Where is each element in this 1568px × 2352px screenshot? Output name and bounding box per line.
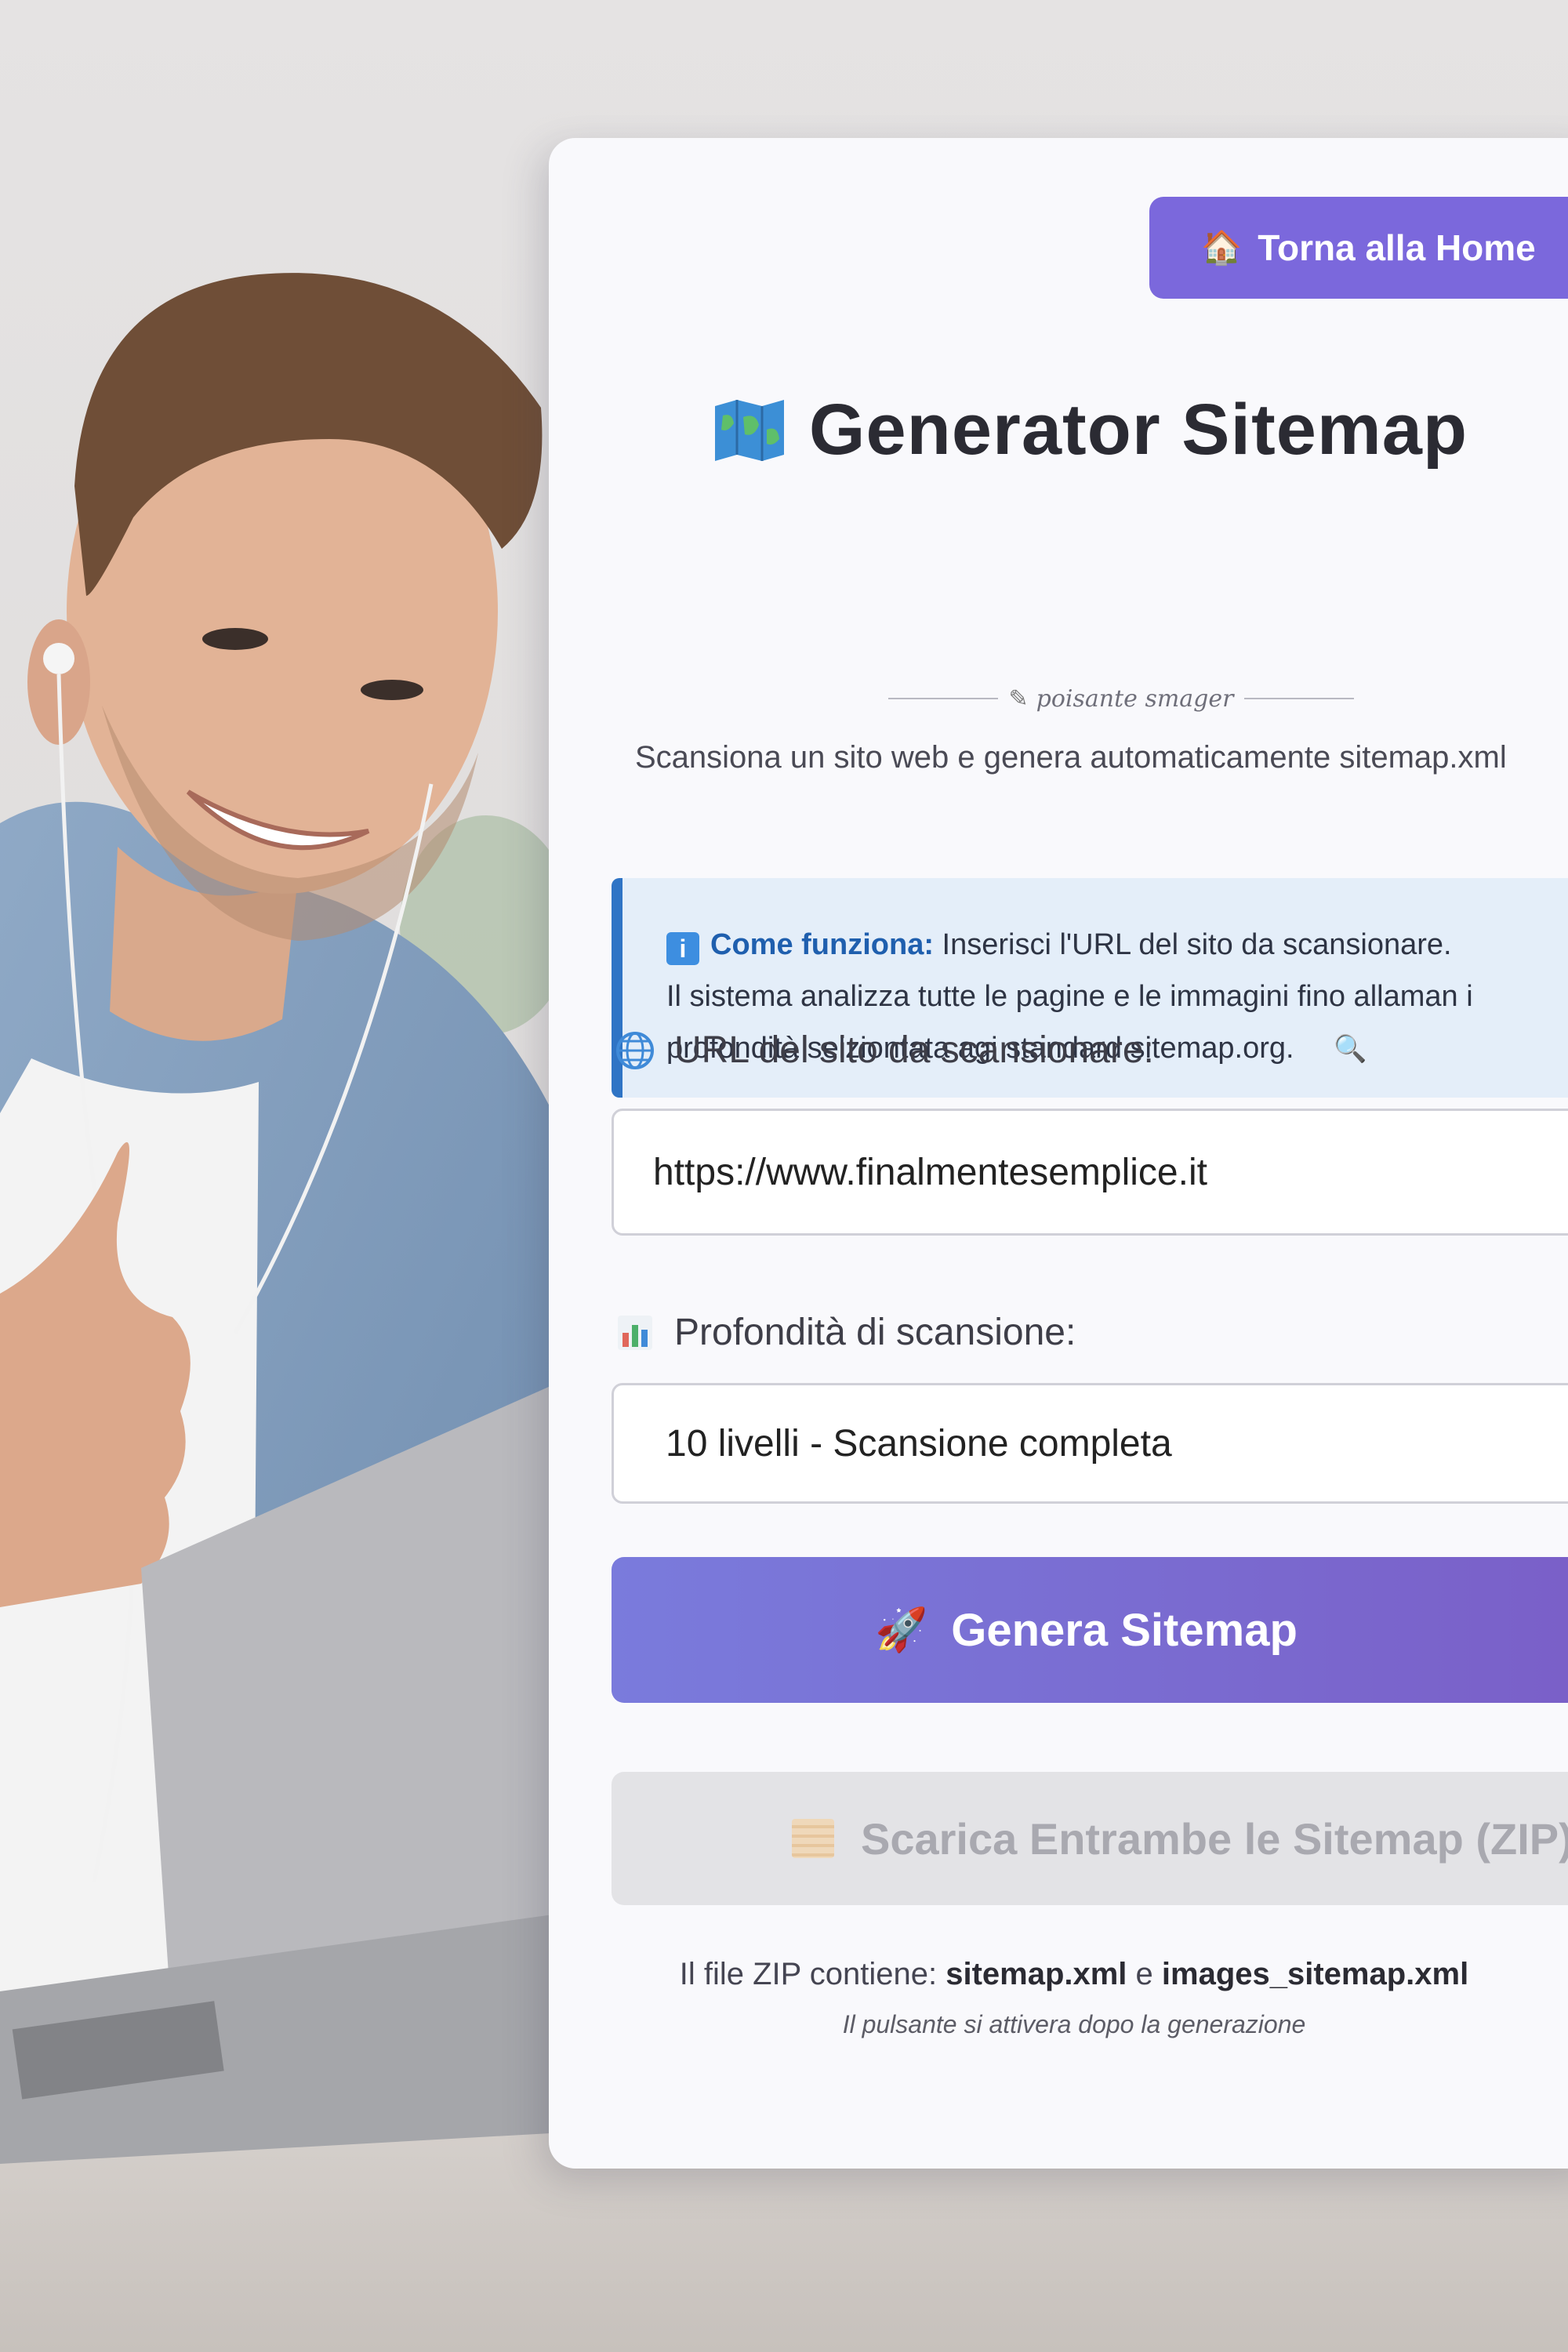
page-subtitle: Scansiona un sito web e genera automatic… [635, 740, 1507, 775]
signature: ✎ poisante smager [870, 679, 1372, 718]
magnifier-icon: 🔍 [1334, 1034, 1367, 1064]
zip-contents-note: Il file ZIP contiene: sitemap.xml e imag… [549, 1957, 1568, 1992]
home-button-label: Torna alla Home [1258, 227, 1536, 268]
depth-field-label-text: Profondità di scansione: [674, 1312, 1076, 1353]
zip-button-hint: Il pulsante si attivera dopo la generazi… [842, 2010, 1306, 2038]
page-title-text: Generator Sitemap [808, 390, 1468, 470]
zip-note-joiner: e [1127, 1957, 1162, 1991]
map-icon [714, 399, 784, 461]
generate-sitemap-label: Genera Sitemap [951, 1604, 1298, 1656]
zip-archive-icon [792, 1819, 834, 1858]
rocket-icon: 🚀 [875, 1606, 928, 1653]
zip-file-sitemap: sitemap.xml [946, 1957, 1127, 1991]
home-button[interactable]: 🏠 Torna alla Home [1149, 197, 1568, 299]
info-icon: i [666, 932, 699, 965]
pen-icon: ✎ [1008, 684, 1029, 713]
house-icon: 🏠 [1201, 228, 1243, 266]
bar-chart-icon [618, 1315, 652, 1350]
depth-field-label: Profondità di scansione: [615, 1311, 1076, 1354]
download-zip-button[interactable]: Scarica Entrambe le Sitemap (ZIP) [612, 1772, 1568, 1905]
info-line-1: Inserisci l'URL del sito da scansionare. [942, 928, 1452, 961]
depth-select[interactable]: 10 livelli - Scansione completa [612, 1383, 1568, 1504]
url-field-label: URL del sito da scansionare: [615, 1029, 1154, 1072]
zip-file-images-sitemap: images_sitemap.xml [1161, 1957, 1469, 1991]
page-title: Generator Sitemap [549, 389, 1568, 480]
globe-icon [616, 1031, 654, 1069]
info-line-2: Il sistema analizza tutte le pagine e le… [666, 980, 1473, 1013]
signature-text: poisante smager [1036, 684, 1234, 713]
depth-select-value: 10 livelli - Scansione completa [666, 1422, 1172, 1465]
url-input[interactable] [612, 1109, 1568, 1236]
generate-sitemap-button[interactable]: 🚀 Genera Sitemap [612, 1557, 1568, 1703]
url-field-label-text: URL del sito da scansionare: [674, 1029, 1154, 1071]
sitemap-generator-card: 🏠 Torna alla Home Generator Sitemap ✎ po… [549, 138, 1568, 2169]
download-zip-label: Scarica Entrambe le Sitemap (ZIP) [861, 1813, 1568, 1864]
zip-note-prefix: Il file ZIP contiene: [679, 1957, 946, 1991]
info-heading: Come funziona: [710, 928, 934, 961]
